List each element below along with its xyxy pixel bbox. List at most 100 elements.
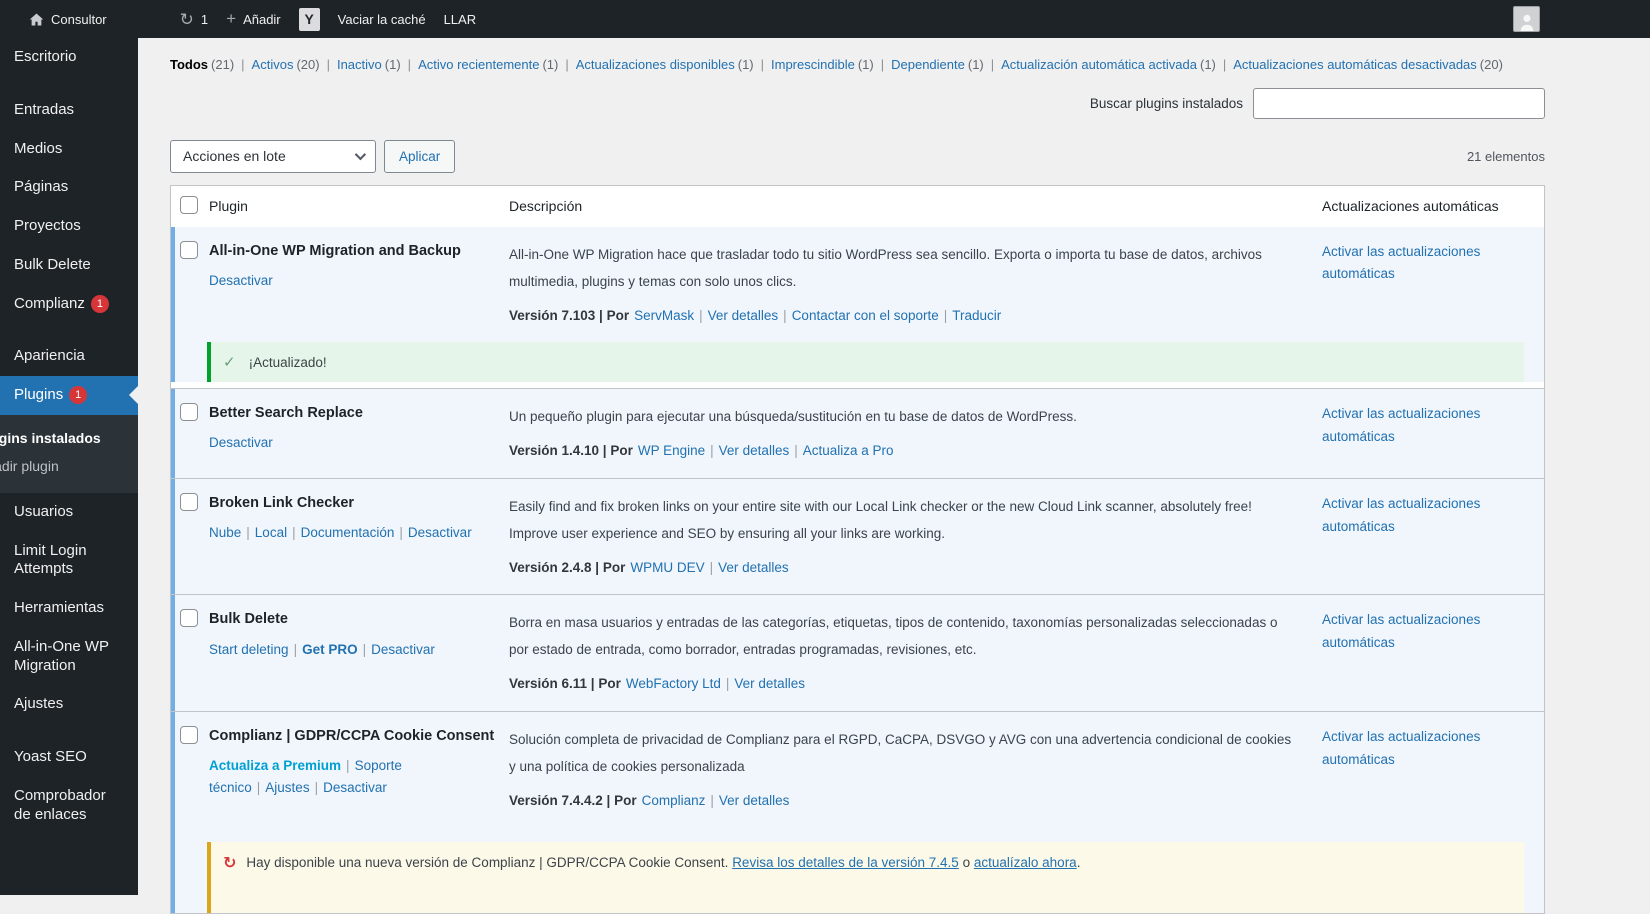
filter-activo-recientemente[interactable]: Activo recientemente(1) <box>418 57 558 72</box>
submenu-item-plugins-instalados[interactable]: Plugins instalados <box>0 424 138 452</box>
enable-autoupdate-link[interactable]: Activar las actualizaciones automáticas <box>1322 403 1512 449</box>
filter-activos[interactable]: Activos(20) <box>252 57 320 72</box>
row-checkbox[interactable] <box>180 726 198 744</box>
filter-dependiente[interactable]: Dependiente(1) <box>891 57 984 72</box>
sidebar-item-proyectos[interactable]: Proyectos <box>0 207 138 246</box>
deactivate-link[interactable]: Desactivar <box>371 642 435 657</box>
admin-bar: Consultor ↻ 1 + Añadir Y Vaciar la caché… <box>0 0 1650 38</box>
settings-link[interactable]: Ajustes <box>265 780 309 795</box>
chevron-down-icon <box>355 149 366 160</box>
sidebar-item-herramientas[interactable]: Herramientas <box>0 589 138 628</box>
view-details-link[interactable]: Ver detalles <box>708 308 779 323</box>
view-details-link[interactable]: Ver detalles <box>718 560 789 575</box>
clear-cache-label: Vaciar la caché <box>338 12 426 27</box>
deactivate-link[interactable]: Desactivar <box>408 525 472 540</box>
admin-bar-yoast[interactable]: Y <box>290 0 329 38</box>
plugins-submenu: Plugins instalados Añadir plugin <box>0 415 138 493</box>
person-icon <box>1518 13 1536 31</box>
bulk-actions-row: Acciones en lote Aplicar 21 elementos <box>170 140 1545 173</box>
translate-link[interactable]: Traducir <box>952 308 1001 323</box>
update-now-link[interactable]: actualízalo ahora <box>974 855 1077 870</box>
admin-bar-llar[interactable]: LLAR <box>435 0 486 38</box>
documentation-link[interactable]: Documentación <box>301 525 395 540</box>
column-header-plugin: Plugin <box>209 198 509 214</box>
view-version-details-link[interactable]: Revisa los detalles de la versión 7.4.5 <box>732 855 959 870</box>
table-row: Better Search Replace Desactivar Un pequ… <box>171 388 1544 478</box>
admin-bar-clear-cache[interactable]: Vaciar la caché <box>329 0 435 38</box>
plugin-version: Versión 7.103 | Por <box>509 308 629 323</box>
sidebar-item-bulk-delete[interactable]: Bulk Delete <box>0 246 138 285</box>
plugin-description: Un pequeño plugin para ejecutar una búsq… <box>509 403 1298 430</box>
update-icon: ↻ <box>223 855 236 873</box>
plugin-name: Better Search Replace <box>209 403 497 423</box>
plugin-version: Versión 2.4.8 | Por <box>509 560 625 575</box>
sidebar-item-plugins[interactable]: Plugins1 <box>0 376 138 415</box>
filter-actualizaciones-disponibles[interactable]: Actualizaciones disponibles(1) <box>576 57 754 72</box>
plugin-status-filters: Todos(21)|Activos(20)|Inactivo(1)|Activo… <box>170 55 1545 75</box>
sidebar-item-usuarios[interactable]: Usuarios <box>0 493 138 532</box>
updates-count: 1 <box>201 12 208 27</box>
author-link[interactable]: Complianz <box>642 793 706 808</box>
filter-autoupdates-desactivadas[interactable]: Actualizaciones automáticas desactivadas… <box>1233 57 1503 72</box>
filter-inactivo[interactable]: Inactivo(1) <box>337 57 401 72</box>
author-link[interactable]: WebFactory Ltd <box>626 676 721 691</box>
filter-autoupdate-activada[interactable]: Actualización automática activada(1) <box>1001 57 1216 72</box>
sidebar-item-yoast-seo[interactable]: Yoast SEO <box>0 738 138 777</box>
select-all-checkbox[interactable] <box>180 196 198 214</box>
deactivate-link[interactable]: Desactivar <box>209 435 273 450</box>
user-avatar[interactable] <box>1513 6 1540 32</box>
enable-autoupdate-link[interactable]: Activar las actualizaciones automáticas <box>1322 609 1512 655</box>
apply-button[interactable]: Aplicar <box>384 140 455 173</box>
local-link[interactable]: Local <box>255 525 287 540</box>
filter-imprescindible[interactable]: Imprescindible(1) <box>771 57 874 72</box>
sidebar-item-entradas[interactable]: Entradas <box>0 91 138 130</box>
sidebar-item-apariencia[interactable]: Apariencia <box>0 337 138 376</box>
table-row: Complianz | GDPR/CCPA Cookie Consent Act… <box>171 711 1544 913</box>
enable-autoupdate-link[interactable]: Activar las actualizaciones automáticas <box>1322 726 1512 772</box>
deactivate-link[interactable]: Desactivar <box>323 780 387 795</box>
home-icon <box>29 12 44 27</box>
sidebar-item-limit-login-attempts[interactable]: Limit Login Attempts <box>0 532 138 590</box>
row-checkbox[interactable] <box>180 493 198 511</box>
bulk-actions-select[interactable]: Acciones en lote <box>170 140 376 173</box>
sidebar-item-escritorio[interactable]: Escritorio <box>0 38 138 77</box>
search-input[interactable] <box>1253 88 1545 119</box>
plugin-name: Bulk Delete <box>209 609 497 629</box>
sidebar-item-paginas[interactable]: Páginas <box>0 168 138 207</box>
menu-separator <box>0 77 138 91</box>
sidebar-item-medios[interactable]: Medios <box>0 130 138 169</box>
filter-todos[interactable]: Todos(21) <box>170 57 234 72</box>
update-notice-text: Hay disponible una nueva versión de Comp… <box>246 855 1080 870</box>
get-pro-link[interactable]: Get PRO <box>302 642 358 657</box>
view-details-link[interactable]: Ver detalles <box>719 793 790 808</box>
contact-support-link[interactable]: Contactar con el soporte <box>792 308 939 323</box>
sidebar-item-all-in-one-wp-migration[interactable]: All-in-One WP Migration <box>0 628 138 686</box>
submenu-item-anadir-plugin[interactable]: Añadir plugin <box>0 452 138 480</box>
row-checkbox[interactable] <box>180 241 198 259</box>
author-link[interactable]: WPMU DEV <box>630 560 704 575</box>
upgrade-to-premium-link[interactable]: Actualiza a Premium <box>209 758 341 773</box>
plugin-version: Versión 7.4.4.2 | Por <box>509 793 637 808</box>
plugins-count-badge: 1 <box>69 386 87 404</box>
deactivate-link[interactable]: Desactivar <box>209 273 273 288</box>
author-link[interactable]: WP Engine <box>638 443 705 458</box>
sidebar-item-complianz[interactable]: Complianz1 <box>0 285 138 324</box>
enable-autoupdate-link[interactable]: Activar las actualizaciones automáticas <box>1322 493 1512 539</box>
start-deleting-link[interactable]: Start deleting <box>209 642 289 657</box>
admin-bar-add-new[interactable]: + Añadir <box>217 0 290 38</box>
view-details-link[interactable]: Ver detalles <box>734 676 805 691</box>
plugin-version: Versión 1.4.10 | Por <box>509 443 633 458</box>
sidebar-item-ajustes[interactable]: Ajustes <box>0 685 138 724</box>
author-link[interactable]: ServMask <box>634 308 694 323</box>
row-checkbox[interactable] <box>180 609 198 627</box>
updated-success-notice: ✓ ¡Actualizado! <box>207 342 1524 382</box>
upgrade-to-pro-link[interactable]: Actualiza a Pro <box>803 443 894 458</box>
admin-bar-site-link[interactable]: Consultor <box>20 0 116 38</box>
plugin-version: Versión 6.11 | Por <box>509 676 621 691</box>
enable-autoupdate-link[interactable]: Activar las actualizaciones automáticas <box>1322 241 1512 287</box>
sidebar-item-comprobador-de-enlaces[interactable]: Comprobador de enlaces <box>0 777 138 835</box>
row-checkbox[interactable] <box>180 403 198 421</box>
view-details-link[interactable]: Ver detalles <box>719 443 790 458</box>
admin-bar-updates[interactable]: ↻ 1 <box>171 0 217 38</box>
cloud-link[interactable]: Nube <box>209 525 241 540</box>
